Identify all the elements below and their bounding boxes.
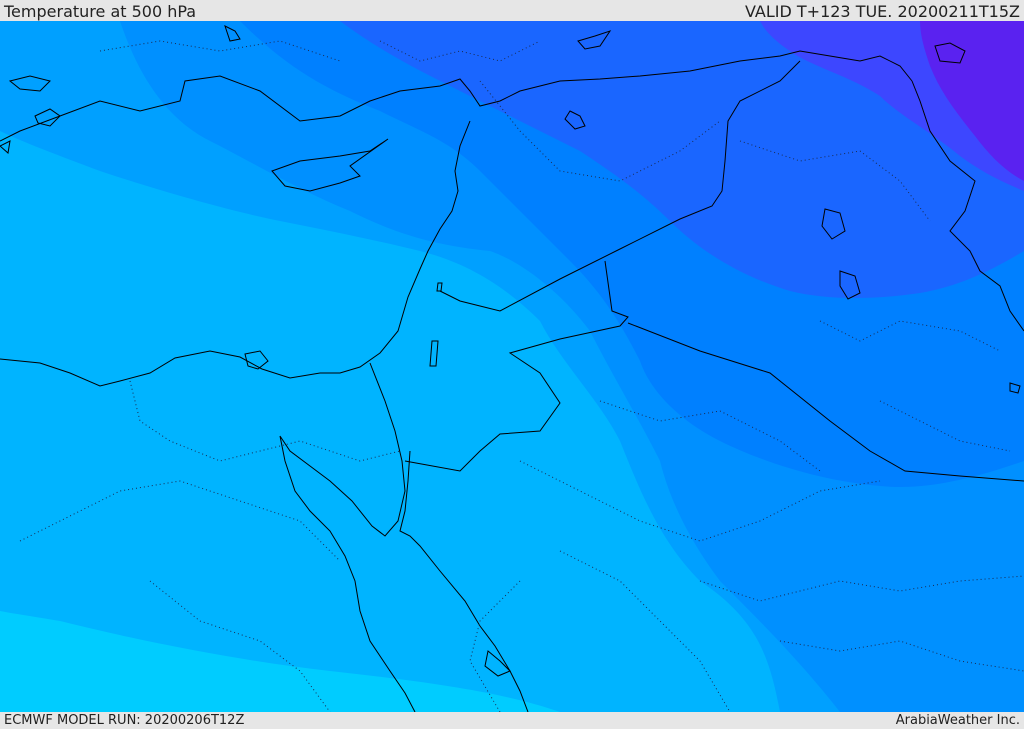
temperature-map [0, 21, 1024, 712]
valid-time: VALID T+123 TUE. 20200211T15Z [744, 2, 1020, 21]
map-title: Temperature at 500 hPa [4, 2, 197, 21]
map-footer: ECMWF MODEL RUN: 20200206T12Z ArabiaWeat… [0, 712, 1024, 729]
map-canvas [0, 21, 1024, 712]
brand-credit: ArabiaWeather Inc. [895, 713, 1020, 728]
model-run: ECMWF MODEL RUN: 20200206T12Z [4, 713, 245, 728]
map-header: Temperature at 500 hPa VALID T+123 TUE. … [0, 0, 1024, 21]
